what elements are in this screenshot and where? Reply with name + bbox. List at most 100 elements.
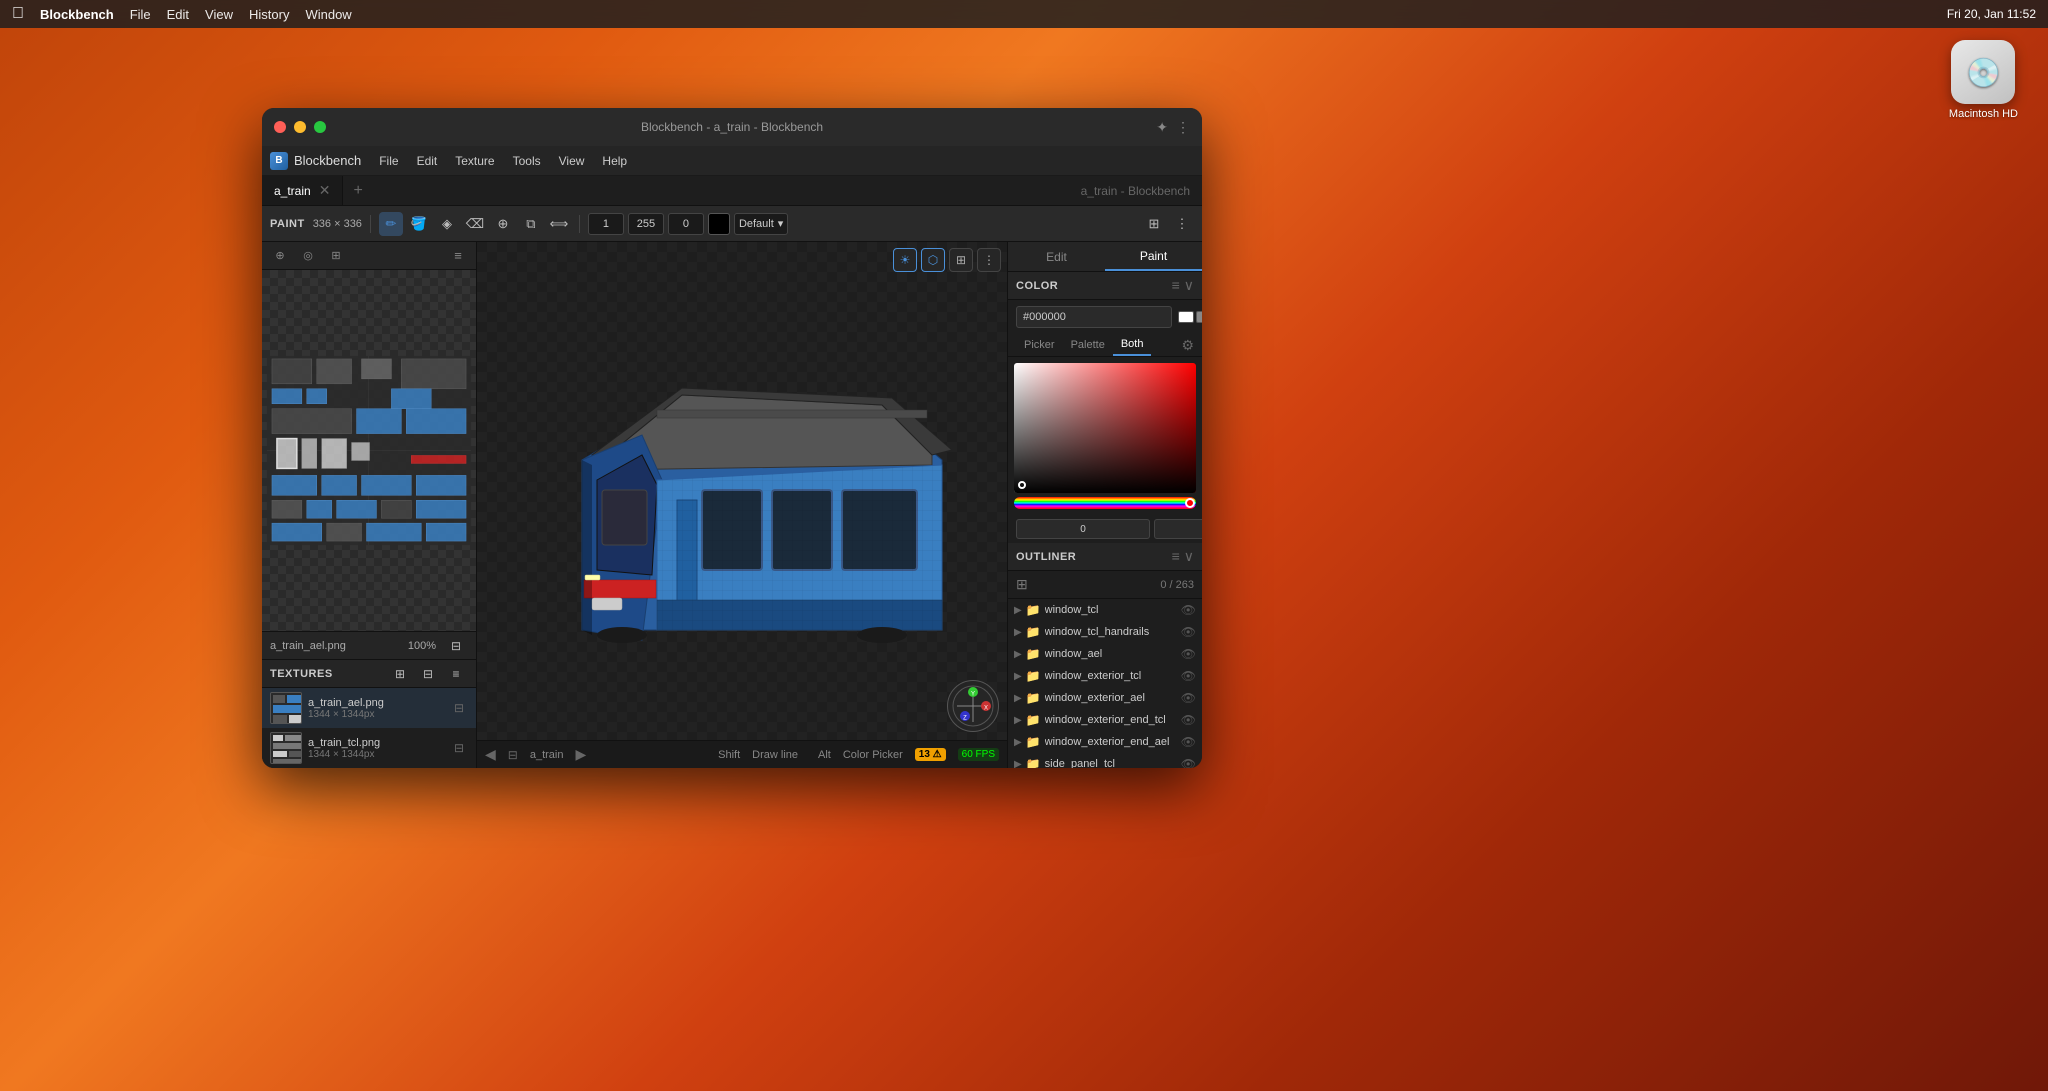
window-pin-icon[interactable]: ✦ [1156, 119, 1168, 136]
menubar-edit[interactable]: Edit [167, 7, 189, 22]
color-r-input[interactable] [1016, 519, 1150, 539]
uv-tool-3[interactable]: ⊞ [324, 244, 348, 268]
nav-right-arrow[interactable]: ▶ [575, 746, 586, 763]
toolbar-pencil-btn[interactable]: ✏ [379, 212, 403, 236]
hue-slider[interactable] [1014, 497, 1196, 509]
texture-ael-action[interactable]: ⊟ [450, 699, 468, 717]
tab-paint[interactable]: Paint [1105, 242, 1202, 271]
uv-tool-2[interactable]: ◎ [296, 244, 320, 268]
toolbar-color-input[interactable] [628, 213, 664, 235]
outliner-visibility-icon[interactable]: 👁 [1181, 669, 1196, 683]
subtab-picker[interactable]: Picker [1016, 335, 1063, 355]
window-minimize-button[interactable] [294, 121, 306, 133]
window-title: Blockbench - a_train - Blockbench [641, 120, 823, 134]
nav-left-arrow[interactable]: ◀ [485, 746, 496, 763]
outliner-collapse-icon[interactable]: ∨ [1184, 548, 1194, 565]
texture-item-ael[interactable]: a_train_ael.png 1344 × 1344px ⊟ [262, 688, 476, 728]
outliner-visibility-icon[interactable]: 👁 [1181, 625, 1196, 639]
outliner-item[interactable]: ▶ 📁 window_exterior_ael 👁 [1008, 687, 1202, 709]
toolbar-zero-input[interactable] [668, 213, 704, 235]
texture-thumb-ael-svg [271, 693, 302, 724]
app-menu-edit[interactable]: Edit [409, 151, 446, 171]
app-menu-tools[interactable]: Tools [505, 151, 549, 171]
window-more-icon[interactable]: ⋮ [1176, 119, 1190, 136]
toolbar-mode-dropdown[interactable]: Default ▾ [734, 213, 788, 235]
color-swatch-white[interactable] [1178, 311, 1194, 323]
toolbar-color-preview[interactable] [708, 213, 730, 235]
outliner-item[interactable]: ▶ 📁 window_exterior_end_ael 👁 [1008, 731, 1202, 753]
menubar-window[interactable]: Window [305, 7, 351, 22]
toolbar-opacity-input[interactable] [588, 213, 624, 235]
menubar-file[interactable]: File [130, 7, 151, 22]
outliner-item[interactable]: ▶ 📁 window_exterior_end_tcl 👁 [1008, 709, 1202, 731]
toolbar-fill-btn[interactable]: 🪣 [407, 212, 431, 236]
uv-tool-1[interactable]: ⊕ [268, 244, 292, 268]
uv-save-btn[interactable]: ⊟ [444, 634, 468, 658]
tab-add-button[interactable]: + [343, 176, 372, 205]
toolbar-flip-btn[interactable]: ⟺ [547, 212, 571, 236]
texture-ael-size: 1344 × 1344px [308, 709, 444, 720]
color-g-input[interactable] [1154, 519, 1202, 539]
right-panel: Edit Paint COLOR ≡ ∨ [1007, 242, 1202, 768]
color-panel-collapse-icon[interactable]: ∨ [1184, 277, 1194, 294]
outliner-visibility-icon[interactable]: 👁 [1181, 757, 1196, 768]
toolbar-dropper-btn[interactable]: ⊕ [491, 212, 515, 236]
toolbar-separator-1 [370, 215, 371, 233]
texture-item-tcl[interactable]: a_train_tcl.png 1344 × 1344px ⊟ [262, 728, 476, 768]
app-menu-view[interactable]: View [551, 151, 593, 171]
apple-icon[interactable]:  [12, 5, 24, 23]
outliner-visibility-icon[interactable]: 👁 [1181, 735, 1196, 749]
toolbar-more-btn[interactable]: ⋮ [1170, 212, 1194, 236]
tab-edit[interactable]: Edit [1008, 242, 1105, 271]
outliner-visibility-icon[interactable]: 👁 [1181, 603, 1196, 617]
color-panel-menu-icon[interactable]: ≡ [1172, 277, 1180, 294]
subtab-settings-icon[interactable]: ⚙ [1181, 337, 1194, 354]
color-hex-input[interactable] [1016, 306, 1172, 328]
outliner-item[interactable]: ▶ 📁 window_tcl_handrails 👁 [1008, 621, 1202, 643]
toolbar-copy-btn[interactable]: ⧉ [519, 212, 543, 236]
outliner-item[interactable]: ▶ 📁 window_ael 👁 [1008, 643, 1202, 665]
outliner-item[interactable]: ▶ 📁 side_panel_tcl 👁 [1008, 753, 1202, 768]
viewport[interactable]: ☀ ⬡ ⊞ ⋮ X [477, 242, 1007, 768]
app-menu-help[interactable]: Help [594, 151, 635, 171]
outliner-menu-icon[interactable]: ≡ [1172, 548, 1180, 565]
uv-toolbar: ⊕ ◎ ⊞ ≡ [262, 242, 476, 270]
outliner-visibility-icon[interactable]: 👁 [1181, 713, 1196, 727]
texture-folder-btn[interactable]: ⊟ [416, 662, 440, 686]
color-swatch-gray[interactable] [1196, 311, 1202, 323]
color-panel: COLOR ≡ ∨ [1008, 272, 1202, 543]
toolbar-grid-btn[interactable]: ⊞ [1142, 212, 1166, 236]
tab-a-train[interactable]: a_train ✕ [262, 176, 343, 205]
outliner-filter-icon[interactable]: ⊞ [1016, 576, 1028, 593]
uv-menu-btn[interactable]: ≡ [446, 244, 470, 268]
viewport-gizmo[interactable]: X Y Z [947, 680, 999, 732]
outliner-list[interactable]: ▶ 📁 window_tcl 👁 ▶ 📁 window_tcl_handrail… [1008, 599, 1202, 768]
outliner-item[interactable]: ▶ 📁 window_tcl 👁 [1008, 599, 1202, 621]
tab-close-button[interactable]: ✕ [319, 182, 331, 199]
menubar-view[interactable]: View [205, 7, 233, 22]
window-maximize-button[interactable] [314, 121, 326, 133]
window-close-button[interactable] [274, 121, 286, 133]
viewport-more-btn[interactable]: ⋮ [977, 248, 1001, 272]
outliner-visibility-icon[interactable]: 👁 [1181, 647, 1196, 661]
outliner-item[interactable]: ▶ 📁 window_exterior_tcl 👁 [1008, 665, 1202, 687]
outliner-visibility-icon[interactable]: 👁 [1181, 691, 1196, 705]
viewport-wireframe-btn[interactable]: ⬡ [921, 248, 945, 272]
texture-add-btn[interactable]: ⊞ [388, 662, 412, 686]
texture-menu-btn[interactable]: ≡ [444, 662, 468, 686]
uv-canvas[interactable] [262, 270, 476, 631]
texture-tcl-action[interactable]: ⊟ [450, 739, 468, 757]
viewport-mode-btn[interactable]: ⊞ [949, 248, 973, 272]
app-menu-file[interactable]: File [371, 151, 406, 171]
gradient-val-layer [1014, 363, 1196, 493]
viewport-sun-btn[interactable]: ☀ [893, 248, 917, 272]
desktop-macintosh-hd[interactable]: 💿 Macintosh HD [1949, 40, 2018, 120]
subtab-both[interactable]: Both [1113, 334, 1152, 356]
app-menu-texture[interactable]: Texture [447, 151, 502, 171]
texture-tcl-size: 1344 × 1344px [308, 749, 444, 760]
subtab-palette[interactable]: Palette [1063, 335, 1113, 355]
toolbar-gradient-btn[interactable]: ◈ [435, 212, 459, 236]
menubar-history[interactable]: History [249, 7, 289, 22]
toolbar-eraser-btn[interactable]: ⌫ [463, 212, 487, 236]
color-gradient[interactable] [1014, 363, 1196, 493]
